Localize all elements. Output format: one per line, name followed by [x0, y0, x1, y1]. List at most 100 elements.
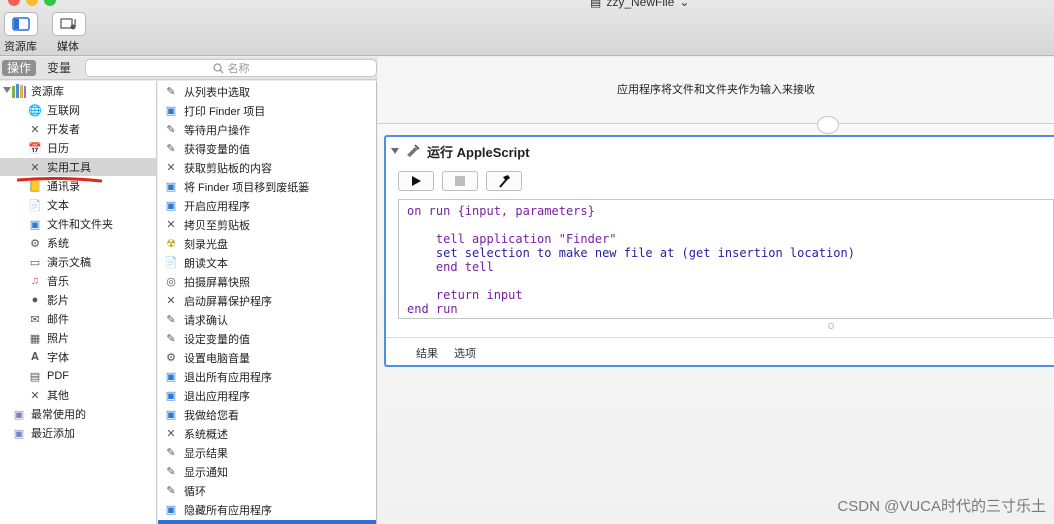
action-item[interactable]: ▣ 开启应用程序 [158, 196, 376, 215]
action-item[interactable]: ▣ 我做给您看 [158, 405, 376, 424]
movie-icon: ● [31, 294, 39, 306]
action-item[interactable]: ▣ 打印 Finder 项目 [158, 101, 376, 120]
close-window-button[interactable] [8, 0, 20, 6]
mail-icon: ✉ [30, 313, 40, 326]
action-item[interactable]: ✎ 从列表中选取 [158, 82, 376, 101]
smart-group-item[interactable]: ▣ 最近添加 [12, 424, 75, 442]
action-item[interactable]: ✎ 设定变量的值 [158, 329, 376, 348]
library-item[interactable]: 📄 文本 [28, 196, 69, 214]
connector-notch [817, 116, 839, 134]
action-item[interactable]: ✎ 等待用户操作 [158, 120, 376, 139]
tab-actions[interactable]: 操作 [2, 60, 37, 76]
smart-group-item[interactable]: ▣ 最常使用的 [12, 405, 86, 423]
code-line: return input [407, 288, 523, 302]
library-item[interactable]: ▭ 演示文稿 [28, 253, 91, 271]
library-root[interactable]: 资源库 [12, 82, 64, 100]
action-item[interactable]: ✎ 获得变量的值 [158, 139, 376, 158]
library-item[interactable]: 𝐀 字体 [28, 348, 69, 366]
action-item[interactable]: ▣ 退出所有应用程序 [158, 367, 376, 386]
window-title: ▤ zzy_NewFile ⌄ [590, 0, 689, 9]
text-icon: 📄 [28, 199, 42, 212]
selected-row-indicator [158, 520, 376, 524]
action-item[interactable]: ✕ 启动屏幕保护程序 [158, 291, 376, 310]
library-toggle-button[interactable] [4, 12, 38, 36]
run-script-button[interactable] [398, 171, 434, 191]
action-item[interactable]: ☢ 刻录光盘 [158, 234, 376, 253]
minimize-window-button[interactable] [26, 0, 38, 6]
applescript-icon [405, 143, 421, 160]
action-item[interactable]: ▣ 将 Finder 项目移到废纸篓 [158, 177, 376, 196]
library-item-label: 音乐 [47, 276, 69, 288]
library-item[interactable]: ▤ PDF [28, 367, 69, 385]
title-menu-chevron-icon[interactable]: ⌄ [679, 0, 689, 9]
system-icon: ⚙ [166, 352, 176, 364]
library-item[interactable]: 📅 日历 [28, 139, 69, 157]
action-item[interactable]: ✎ 请求确认 [158, 310, 376, 329]
library-disclosure-icon[interactable] [3, 87, 11, 93]
finder-icon: ▣ [165, 409, 177, 421]
library-item[interactable]: ♫ 音乐 [28, 272, 69, 290]
action-item[interactable]: ⚙ 设置电脑音量 [158, 348, 376, 367]
action-item-label: 拷贝至剪贴板 [184, 219, 250, 232]
action-item-label: 请求确认 [184, 314, 228, 327]
library-item[interactable]: ▦ 照片 [28, 329, 69, 347]
tools-icon: ✕ [30, 123, 40, 136]
editor-resize-handle[interactable] [828, 323, 834, 329]
action-item-label: 显示结果 [184, 447, 228, 460]
library-item[interactable]: ✉ 邮件 [28, 310, 69, 328]
code-line: tell application "Finder" [407, 232, 617, 246]
library-item[interactable]: ✕ 开发者 [28, 120, 80, 138]
library-item[interactable]: ▣ 文件和文件夹 [28, 215, 113, 233]
library-item-label: 影片 [47, 295, 69, 307]
run-applescript-action[interactable]: 运行 AppleScript on run {input, parameters… [384, 135, 1054, 367]
action-item-label: 启动屏幕保护程序 [184, 295, 272, 308]
action-item-label: 我做给您看 [184, 409, 239, 422]
compile-script-button[interactable] [486, 171, 522, 191]
finder-icon: ▣ [165, 200, 177, 212]
action-item[interactable]: ✎ 显示通知 [158, 462, 376, 481]
code-line: set selection to make new file at (get i… [407, 246, 855, 260]
script-icon: ✎ [166, 86, 176, 98]
options-tab[interactable]: 选项 [454, 345, 476, 361]
tab-variables[interactable]: 变量 [42, 60, 76, 76]
library-item[interactable]: ✕ 实用工具 [0, 158, 156, 176]
action-item[interactable]: 📄 朗读文本 [158, 253, 376, 272]
action-item-label: 循环 [184, 485, 206, 498]
library-item[interactable]: ● 影片 [28, 291, 69, 309]
tools-icon: ✕ [166, 295, 176, 307]
library-item-label: 文本 [47, 200, 69, 212]
camera-icon: ◎ [166, 276, 176, 288]
tools-icon: ✕ [166, 162, 176, 174]
action-item[interactable]: ▣ 隐藏所有应用程序 [158, 500, 376, 519]
stop-script-button[interactable] [442, 171, 478, 191]
library-item[interactable]: 🌐 互联网 [28, 101, 80, 119]
finder-icon: ▣ [165, 371, 177, 383]
action-title: 运行 AppleScript [427, 144, 530, 160]
library-item[interactable]: ⚙ 系统 [28, 234, 69, 252]
action-item[interactable]: ◎ 拍摄屏幕快照 [158, 272, 376, 291]
library-books-icon [12, 84, 26, 98]
script-editor[interactable]: on run {input, parameters} tell applicat… [398, 199, 1054, 319]
action-item[interactable]: ✕ 获取剪贴板的内容 [158, 158, 376, 177]
library-item[interactable]: ✕ 其他 [28, 386, 69, 404]
action-item[interactable]: ✎ 显示结果 [158, 443, 376, 462]
code-line: end tell [407, 260, 494, 274]
action-header: 运行 AppleScript [386, 137, 1054, 165]
action-item-label: 从列表中选取 [184, 86, 250, 99]
action-item[interactable]: ▣ 退出应用程序 [158, 386, 376, 405]
music-icon: ♫ [30, 275, 40, 287]
results-tab[interactable]: 结果 [416, 345, 438, 361]
collapse-disclosure-icon[interactable] [391, 148, 399, 154]
action-item[interactable]: ✕ 系统概述 [158, 424, 376, 443]
zoom-window-button[interactable] [44, 0, 56, 6]
action-item-label: 退出所有应用程序 [184, 371, 272, 384]
annotation-underline [17, 177, 102, 183]
search-input[interactable]: 名称 [85, 59, 377, 77]
finder-icon: ▣ [165, 181, 177, 193]
action-item[interactable]: ✎ 循环 [158, 481, 376, 500]
action-item[interactable]: ✕ 拷贝至剪贴板 [158, 215, 376, 234]
burn-icon: ☢ [166, 238, 176, 250]
media-button[interactable] [52, 12, 86, 36]
play-icon [412, 176, 421, 186]
